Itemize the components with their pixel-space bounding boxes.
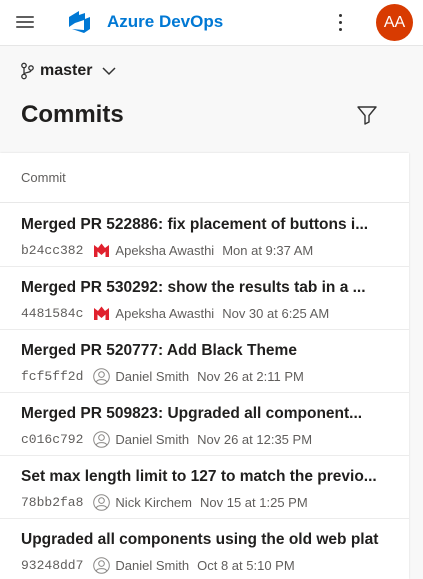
- person-icon: [93, 367, 111, 385]
- commit-author: Daniel Smith: [115, 557, 190, 573]
- commit-author: Nick Kirchem: [115, 494, 192, 510]
- m-logo-icon: [93, 242, 110, 259]
- commit-date: Mon at 9:37 AM: [222, 242, 314, 258]
- person-icon: [93, 556, 111, 574]
- commits-list: Commit Merged PR 522886: fix placement o…: [0, 153, 409, 579]
- azure-devops-logo-icon: [69, 11, 90, 33]
- commit-row[interactable]: Upgraded all components using the old we…: [0, 519, 409, 579]
- branch-icon: [21, 62, 34, 80]
- page-title: Commits: [21, 101, 124, 128]
- commit-date: Oct 8 at 5:10 PM: [197, 557, 295, 573]
- commit-title: Merged PR 509823: Upgraded all component…: [21, 405, 363, 422]
- commit-title: Set max length limit to 127 to match the…: [21, 468, 377, 485]
- commit-hash: c016c792: [21, 431, 84, 447]
- user-avatar[interactable]: AA: [376, 4, 413, 41]
- commit-title: Merged PR 530292: show the results tab i…: [21, 279, 366, 296]
- commit-title: Upgraded all components using the old we…: [21, 531, 379, 548]
- commit-date: Nov 26 at 12:35 PM: [197, 431, 313, 447]
- commit-author: Apeksha Awasthi: [115, 305, 215, 321]
- branch-name: master: [40, 62, 93, 79]
- commit-meta: 93248dd7 Daniel Smith Oct 8 at 5:10 PM: [21, 556, 295, 574]
- person-icon: [93, 493, 111, 511]
- commit-meta: b24cc382 Apeksha Awasthi Mon at 9:37 AM: [21, 241, 313, 259]
- commit-hash: 93248dd7: [21, 557, 84, 573]
- commit-meta: 78bb2fa8 Nick Kirchem Nov 15 at 1:25 PM: [21, 493, 308, 511]
- commit-meta: c016c792 Daniel Smith Nov 26 at 12:35 PM: [21, 430, 312, 448]
- more-options-icon[interactable]: [330, 10, 350, 34]
- person-icon: [93, 430, 111, 448]
- commit-date: Nov 26 at 2:11 PM: [197, 368, 304, 384]
- top-bar: Azure DevOps AA: [0, 0, 423, 46]
- filter-icon[interactable]: [354, 103, 380, 127]
- commit-date: Nov 15 at 1:25 PM: [200, 494, 308, 510]
- commit-row[interactable]: Merged PR 522886: fix placement of butto…: [0, 204, 409, 267]
- commit-author: Apeksha Awasthi: [115, 242, 215, 258]
- branch-selector[interactable]: master: [20, 59, 117, 83]
- commit-row[interactable]: Merged PR 520777: Add Black Theme fcf5ff2…: [0, 330, 409, 393]
- commit-row[interactable]: Set max length limit to 127 to match the…: [0, 456, 409, 519]
- column-header: Commit: [0, 153, 409, 203]
- commit-author: Daniel Smith: [115, 431, 190, 447]
- brand-name[interactable]: Azure DevOps: [107, 12, 223, 32]
- commit-title: Merged PR 520777: Add Black Theme: [21, 342, 297, 359]
- commit-hash: 4481584c: [21, 305, 84, 321]
- commit-title: Merged PR 522886: fix placement of butto…: [21, 216, 369, 233]
- commit-author: Daniel Smith: [115, 368, 190, 384]
- commit-hash: fcf5ff2d: [21, 368, 84, 384]
- commit-row[interactable]: Merged PR 530292: show the results tab i…: [0, 267, 409, 330]
- hamburger-menu-icon[interactable]: [14, 12, 38, 32]
- commit-hash: 78bb2fa8: [21, 494, 84, 510]
- commit-row[interactable]: Merged PR 509823: Upgraded all component…: [0, 393, 409, 456]
- column-header-commit: Commit: [21, 170, 66, 185]
- chevron-down-icon: [102, 67, 117, 76]
- commit-hash: b24cc382: [21, 242, 84, 258]
- commit-date: Nov 30 at 6:25 AM: [222, 305, 330, 321]
- commit-meta: 4481584c Apeksha Awasthi Nov 30 at 6:25 AM: [21, 304, 329, 322]
- commit-meta: fcf5ff2d Daniel Smith Nov 26 at 2:11 PM: [21, 367, 304, 385]
- m-logo-icon: [93, 305, 110, 322]
